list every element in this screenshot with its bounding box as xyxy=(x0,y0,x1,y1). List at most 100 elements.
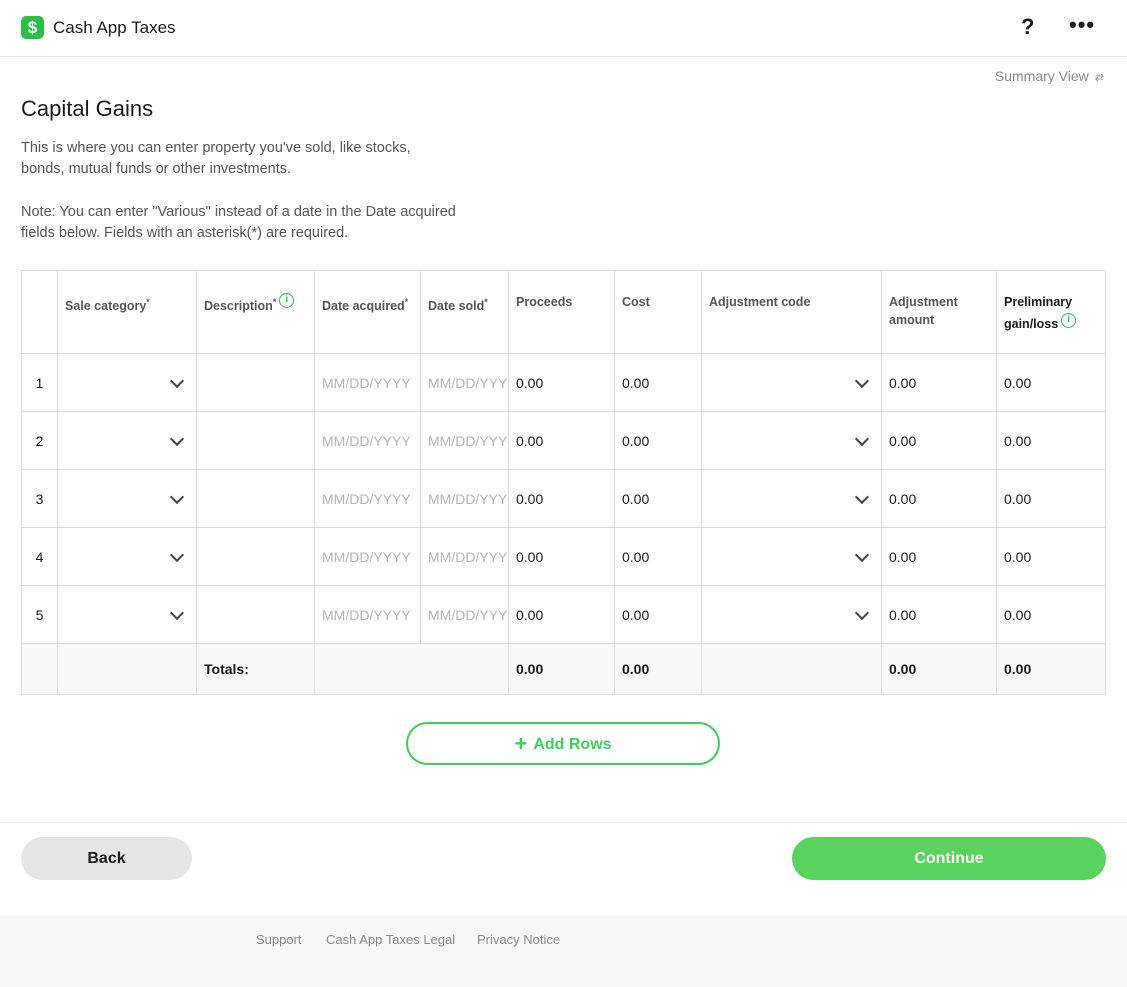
description-input[interactable] xyxy=(196,527,315,586)
chevron-down-icon xyxy=(854,373,870,388)
adjustment-code-select[interactable] xyxy=(701,353,882,412)
footer-support-link[interactable]: Support xyxy=(256,932,302,947)
gain-loss-value: 0.00 xyxy=(996,411,1106,470)
chevron-down-icon xyxy=(169,431,185,446)
date-acquired-input[interactable]: MM/DD/YYYY xyxy=(314,353,421,412)
help-icon[interactable]: ? xyxy=(1021,14,1034,40)
add-rows-button[interactable]: + Add Rows xyxy=(406,722,720,765)
date-sold-input[interactable]: MM/DD/YYYY xyxy=(420,527,509,586)
gain-loss-value: 0.00 xyxy=(996,527,1106,586)
adjustment-code-select[interactable] xyxy=(701,527,882,586)
cost-input[interactable]: 0.00 xyxy=(614,585,702,644)
totals-cell-empty xyxy=(314,643,509,695)
app-title: Cash App Taxes xyxy=(53,18,176,37)
date-sold-input[interactable]: MM/DD/YYYY xyxy=(420,353,509,412)
header-label: Date acquired xyxy=(322,299,405,314)
adjustment-code-select[interactable] xyxy=(701,411,882,470)
date-acquired-input[interactable]: MM/DD/YYYY xyxy=(314,527,421,586)
adjustment-amount-input[interactable]: 0.00 xyxy=(881,411,997,470)
adjustment-amount-input[interactable]: 0.00 xyxy=(881,585,997,644)
date-sold-input[interactable]: MM/DD/YYYY xyxy=(420,585,509,644)
totals-cost: 0.00 xyxy=(614,643,702,695)
header-cost: Cost xyxy=(614,270,702,354)
description-input[interactable] xyxy=(196,353,315,412)
note-text: Note: You can enter "Various" instead of… xyxy=(21,204,456,241)
date-sold-input[interactable]: MM/DD/YYYY xyxy=(420,469,509,528)
header-label: Date sold xyxy=(428,299,485,314)
sale-category-select[interactable] xyxy=(57,527,197,586)
description-info-icon[interactable]: i xyxy=(279,293,295,308)
proceeds-input[interactable]: 0.00 xyxy=(508,353,615,412)
gain-loss-value: 0.00 xyxy=(996,469,1106,528)
footer: Support Cash App Taxes Legal Privacy Not… xyxy=(0,915,1127,987)
sale-category-select[interactable] xyxy=(57,411,197,470)
totals-row: Totals: 0.00 0.00 0.00 0.00 xyxy=(21,643,1106,695)
date-acquired-input[interactable]: MM/DD/YYYY xyxy=(314,469,421,528)
summary-view-label: Summary View xyxy=(994,68,1089,84)
header-label: gain/loss xyxy=(1004,317,1059,331)
page-title: Capital Gains xyxy=(21,96,154,121)
proceeds-input[interactable]: 0.00 xyxy=(508,585,615,644)
cost-input[interactable]: 0.00 xyxy=(614,411,702,470)
summary-view-toggle[interactable]: Summary View ⇄ xyxy=(995,68,1104,84)
header-proceeds: Proceeds xyxy=(508,270,615,354)
header-sale-category: Sale category* xyxy=(57,270,197,354)
cost-input[interactable]: 0.00 xyxy=(614,469,702,528)
date-acquired-input[interactable]: MM/DD/YYYY xyxy=(314,411,421,470)
row-number: 4 xyxy=(21,527,58,586)
header-row-number xyxy=(21,270,58,354)
proceeds-input[interactable]: 0.00 xyxy=(508,411,615,470)
date-acquired-input[interactable]: MM/DD/YYYY xyxy=(314,585,421,644)
cost-input[interactable]: 0.00 xyxy=(614,527,702,586)
totals-proceeds: 0.00 xyxy=(508,643,615,695)
adjustment-code-select[interactable] xyxy=(701,585,882,644)
totals-cell-empty xyxy=(701,643,882,695)
row-number: 5 xyxy=(21,585,58,644)
header-label: Sale category xyxy=(65,299,147,314)
chevron-down-icon xyxy=(854,489,870,504)
continue-button[interactable]: Continue xyxy=(792,837,1106,880)
plus-icon: + xyxy=(514,731,528,756)
back-button[interactable]: Back xyxy=(21,837,192,880)
table-row: 1 MM/DD/YYYY MM/DD/YYYY 0.00 0.00 0.00 0.00 xyxy=(21,353,1106,412)
cost-input[interactable]: 0.00 xyxy=(614,353,702,412)
table-row: 4 MM/DD/YYYY MM/DD/YYYY 0.00 0.00 0.00 0.00 xyxy=(21,527,1106,586)
adjustment-amount-input[interactable]: 0.00 xyxy=(881,527,997,586)
row-number: 2 xyxy=(21,411,58,470)
totals-label: Totals: xyxy=(196,643,315,695)
required-mark: * xyxy=(272,297,277,307)
more-options-icon[interactable]: ••• xyxy=(1069,12,1095,38)
footer-legal-link[interactable]: Cash App Taxes Legal xyxy=(326,932,455,947)
header-date-acquired: Date acquired* xyxy=(314,270,421,354)
footer-privacy-link[interactable]: Privacy Notice xyxy=(477,932,560,947)
totals-cell-empty xyxy=(21,643,58,695)
chevron-down-icon xyxy=(169,547,185,562)
chevron-down-icon xyxy=(169,489,185,504)
gain-loss-value: 0.00 xyxy=(996,353,1106,412)
totals-gain-loss: 0.00 xyxy=(996,643,1106,695)
adjustment-amount-input[interactable]: 0.00 xyxy=(881,353,997,412)
cash-app-logo-icon: $ xyxy=(21,16,44,39)
header-preliminary-gain-loss: Preliminary gain/loss i xyxy=(996,270,1106,354)
description-input[interactable] xyxy=(196,585,315,644)
proceeds-input[interactable]: 0.00 xyxy=(508,527,615,586)
divider xyxy=(0,822,1127,823)
table-row: 5 MM/DD/YYYY MM/DD/YYYY 0.00 0.00 0.00 0.00 xyxy=(21,585,1106,644)
adjustment-code-select[interactable] xyxy=(701,469,882,528)
totals-cell-empty xyxy=(57,643,197,695)
proceeds-input[interactable]: 0.00 xyxy=(508,469,615,528)
sale-category-select[interactable] xyxy=(57,353,197,412)
header-adjustment-amount: Adjustment amount xyxy=(881,270,997,354)
sale-category-select[interactable] xyxy=(57,585,197,644)
date-sold-input[interactable]: MM/DD/YYYY xyxy=(420,411,509,470)
gain-loss-info-icon[interactable]: i xyxy=(1061,313,1077,328)
chevron-down-icon xyxy=(854,431,870,446)
adjustment-amount-input[interactable]: 0.00 xyxy=(881,469,997,528)
sale-category-select[interactable] xyxy=(57,469,197,528)
description-input[interactable] xyxy=(196,469,315,528)
header-label: Description xyxy=(204,299,273,314)
description-input[interactable] xyxy=(196,411,315,470)
capital-gains-table: Sale category* Description* i Date acquir… xyxy=(21,270,1106,695)
header-date-sold: Date sold* xyxy=(420,270,509,354)
add-rows-label: Add Rows xyxy=(533,736,612,753)
